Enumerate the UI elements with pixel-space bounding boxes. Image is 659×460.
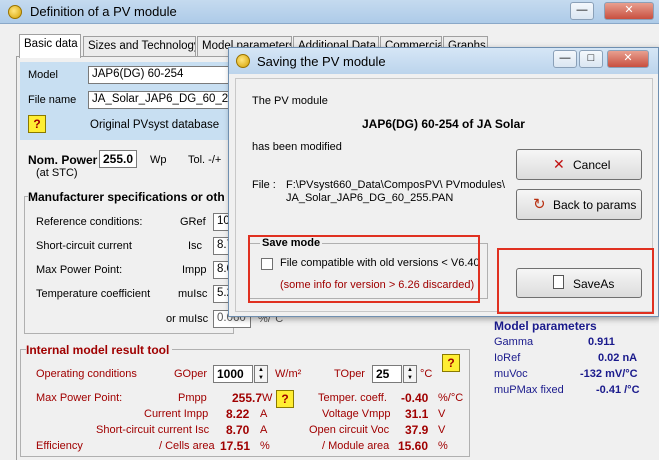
cancel-button-label: Cancel <box>573 158 611 172</box>
module-area-label: / Module area <box>322 440 390 452</box>
pmpp-help-button[interactable]: ? <box>276 390 294 408</box>
save-as-highlight <box>497 248 654 314</box>
temper-coeff-value: -0.40 <box>401 391 429 405</box>
internal-tool-title: Internal model result tool <box>26 343 173 357</box>
model-label: Model <box>28 69 58 81</box>
current-impp-label: Current Impp <box>144 408 209 420</box>
goper-unit: W/m² <box>275 368 302 380</box>
toper-spinner[interactable]: ▲ ▼ <box>403 365 417 383</box>
short-circuit-label: Short-circuit current <box>36 240 132 252</box>
toper-field[interactable]: 25 <box>372 365 402 383</box>
dialog-intro: The PV module <box>252 95 328 107</box>
module-area-unit: % <box>438 440 448 452</box>
muvoc-value: -132 mV/°C <box>580 368 638 380</box>
manufacturer-title: Manufacturer specifications or oth <box>28 190 228 204</box>
ioref-label: IoRef <box>494 352 521 364</box>
open-circuit-voc-label: Open circuit Voc <box>309 424 390 436</box>
voltage-vmpp-value: 31.1 <box>405 407 429 421</box>
dialog-title: Saving the PV module <box>257 54 386 69</box>
model-help-button[interactable]: ? <box>28 115 46 133</box>
efficiency-label: Efficiency <box>36 440 83 452</box>
main-window-titlebar: Definition of a PV module — ✕ <box>0 0 659 24</box>
reference-conditions-label: Reference conditions: <box>36 216 143 228</box>
database-text: Original PVsyst database <box>90 119 220 131</box>
current-impp-value: 8.22 <box>226 407 250 421</box>
gref-symbol: GRef <box>180 216 206 228</box>
module-area-value: 15.60 <box>398 439 429 453</box>
muvoc-label: muVoc <box>494 368 528 380</box>
goper-field[interactable]: 1000 <box>213 365 253 383</box>
gamma-value: 0.911 <box>588 336 615 348</box>
nominal-power-label: Nom. Power <box>28 153 98 167</box>
impp-symbol: Impp <box>182 264 207 276</box>
main-minimize-button[interactable]: — <box>570 2 594 20</box>
tab-basic-data[interactable]: Basic data <box>19 34 81 58</box>
muisc-symbol: muIsc <box>178 288 208 300</box>
tolerance-label: Tol. -/+ <box>188 154 222 166</box>
voltage-vmpp-unit: V <box>438 408 446 420</box>
model-parameters-title: Model parameters <box>494 319 597 333</box>
isc-symbol: Isc <box>188 240 203 252</box>
or-muisc-label: or muIsc <box>166 313 209 325</box>
short-circuit-isc-value: 8.70 <box>226 423 250 437</box>
cells-area-unit: % <box>260 440 270 452</box>
back-to-params-label: Back to params <box>553 198 637 212</box>
max-power-point-label: Max Power Point: <box>36 264 123 276</box>
dialog-modified: has been modified <box>252 141 342 153</box>
pvsyst-app-icon <box>8 5 22 19</box>
back-to-params-button[interactable]: ↻ Back to params <box>516 189 642 220</box>
dialog-module-name: JAP6(DG) 60-254 of JA Solar <box>362 117 525 131</box>
ioref-value: 0.02 nA <box>598 352 638 364</box>
cells-area-label: / Cells area <box>159 440 215 452</box>
toper-unit: °C <box>420 368 433 380</box>
save-mode-highlight <box>248 235 480 303</box>
gamma-label: Gamma <box>494 336 534 348</box>
pmpp-value: 255.7 <box>232 391 263 405</box>
short-circuit-isc-label: Short-circuit current Isc <box>96 424 210 436</box>
dialog-file-path-2: JA_Solar_JAP6_DG_60_255.PAN <box>286 192 454 204</box>
tab-sizes-technology[interactable]: Sizes and Technology <box>83 36 196 56</box>
dialog-titlebar: Saving the PV module — □ ✕ <box>229 48 658 74</box>
nominal-power-field[interactable]: 255.0 <box>99 150 137 168</box>
cancel-x-icon: ✕ <box>553 156 565 172</box>
temper-coeff-label: Temper. coeff. <box>318 392 387 404</box>
nominal-power-sublabel: (at STC) <box>36 167 78 179</box>
dialog-file-label: File : <box>252 179 276 191</box>
short-circuit-isc-unit: A <box>260 424 268 436</box>
goper-spinner[interactable]: ▲ ▼ <box>254 365 268 383</box>
dialog-minimize-button[interactable]: — <box>553 50 577 68</box>
tool-mpp-label: Max Power Point: <box>36 392 123 404</box>
current-impp-unit: A <box>260 408 268 420</box>
dialog-close-button[interactable]: ✕ <box>607 50 649 68</box>
voltage-vmpp-label: Voltage Vmpp <box>322 408 391 420</box>
main-window-title: Definition of a PV module <box>30 4 177 19</box>
nominal-power-unit: Wp <box>150 154 167 166</box>
mupmax-label: muPMax fixed <box>494 384 564 396</box>
mupmax-value: -0.41 /°C <box>596 384 640 396</box>
operating-conditions-label: Operating conditions <box>36 368 137 380</box>
dialog-file-path-1: F:\PVsyst660_Data\ComposPV\ PVmodules\ <box>286 179 505 191</box>
cells-area-value: 17.51 <box>220 439 251 453</box>
toper-label: TOper <box>334 368 365 380</box>
open-circuit-voc-unit: V <box>438 424 446 436</box>
file-name-label: File name <box>28 94 77 106</box>
dialog-app-icon <box>236 54 250 68</box>
cancel-button[interactable]: ✕ Cancel <box>516 149 642 180</box>
pmpp-unit: W <box>262 392 273 404</box>
dialog-maximize-button[interactable]: □ <box>579 50 603 68</box>
internal-tool-help-button[interactable]: ? <box>442 354 460 372</box>
temp-coefficient-label: Temperature coefficient <box>36 288 151 300</box>
pmpp-label: Pmpp <box>178 392 207 404</box>
goper-label: GOper <box>174 368 208 380</box>
back-arrow-icon: ↻ <box>533 196 546 213</box>
temper-coeff-unit: %/°C <box>438 392 464 404</box>
open-circuit-voc-value: 37.9 <box>405 423 429 437</box>
main-close-button[interactable]: ✕ <box>604 2 654 20</box>
